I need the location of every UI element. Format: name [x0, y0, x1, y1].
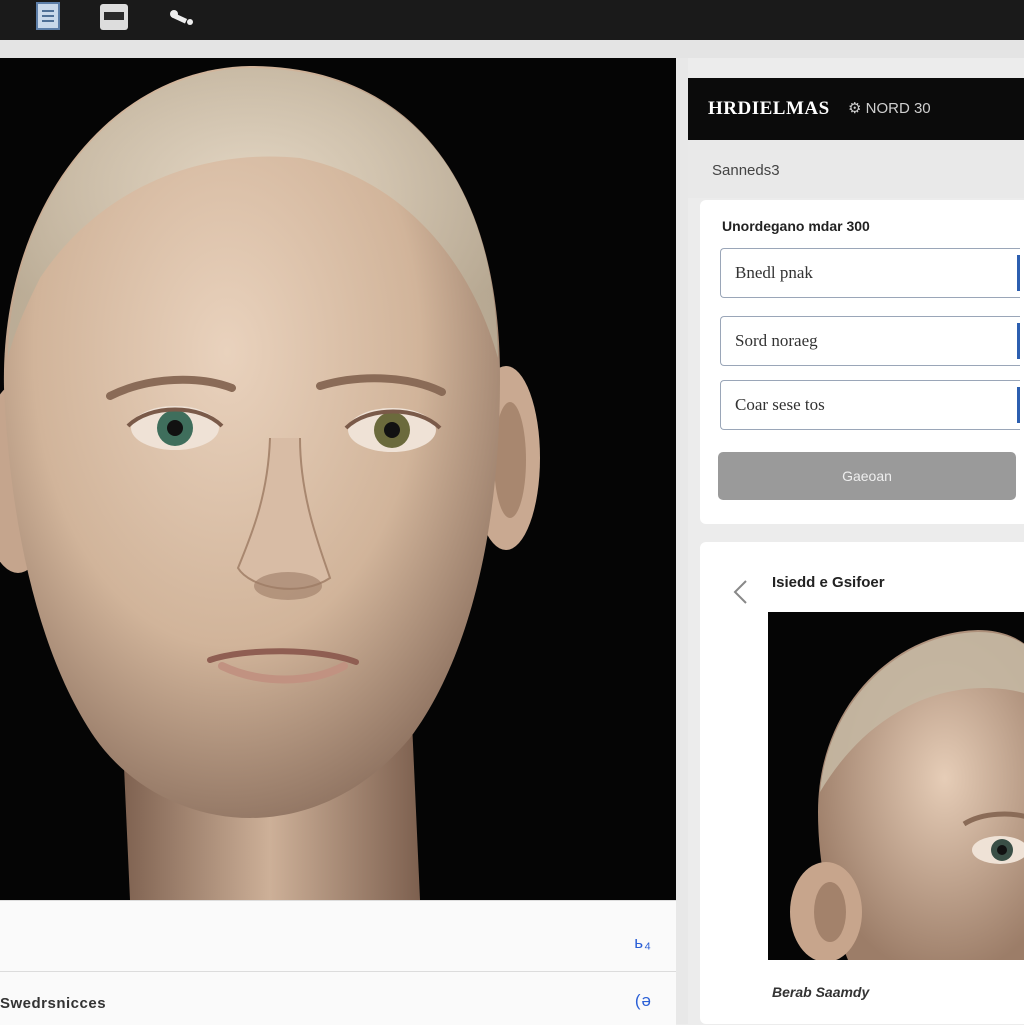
preview-title: Isiedd e Gsifoer [772, 574, 885, 591]
panel-header: HRDIELMAS ⚙ NORD 30 [688, 78, 1024, 140]
head-model-render [0, 66, 540, 900]
viewport-footer: ь₄ Swedrsnicces (ə [0, 900, 676, 1025]
status-text: Swedrsnicces [0, 995, 107, 1012]
footer-link-1[interactable]: ь₄ [634, 933, 652, 953]
form-label: Unordegano mdar 300 [722, 218, 870, 234]
submit-button[interactable]: Gaeoan [718, 452, 1016, 500]
top-toolbar [0, 0, 1024, 40]
panel-subtitle: ⚙ NORD 30 [848, 100, 931, 117]
preview-thumbnail[interactable] [768, 612, 1024, 960]
chevron-left-icon[interactable] [730, 578, 750, 606]
printer-icon[interactable] [98, 2, 128, 32]
footer-divider [0, 971, 676, 972]
panel-section-bar: Sanneds3 [688, 140, 1024, 198]
panel-separator [676, 58, 688, 1024]
panel-section-label: Sanneds3 [712, 162, 780, 179]
footer-link-2[interactable]: (ə [635, 991, 652, 1011]
document-icon[interactable] [34, 2, 64, 32]
form-field-1[interactable]: Bnedl pnak [720, 248, 1020, 298]
form-field-3[interactable]: Coar sese tos [720, 380, 1020, 430]
toolbar-divider [0, 40, 1024, 58]
panel-title: HRDIELMAS [708, 98, 830, 119]
settings-form-card: Unordegano mdar 300 Bnedl pnak Sord nora… [700, 200, 1024, 524]
model-viewport[interactable] [0, 58, 676, 900]
form-field-2[interactable]: Sord noraeg [720, 316, 1020, 366]
preview-card: Isiedd e Gsifoer Berab Saamdy [700, 542, 1024, 1024]
head-preview-render [790, 630, 1024, 960]
wrench-icon[interactable] [168, 8, 198, 38]
preview-caption: Berab Saamdy [772, 984, 870, 1000]
